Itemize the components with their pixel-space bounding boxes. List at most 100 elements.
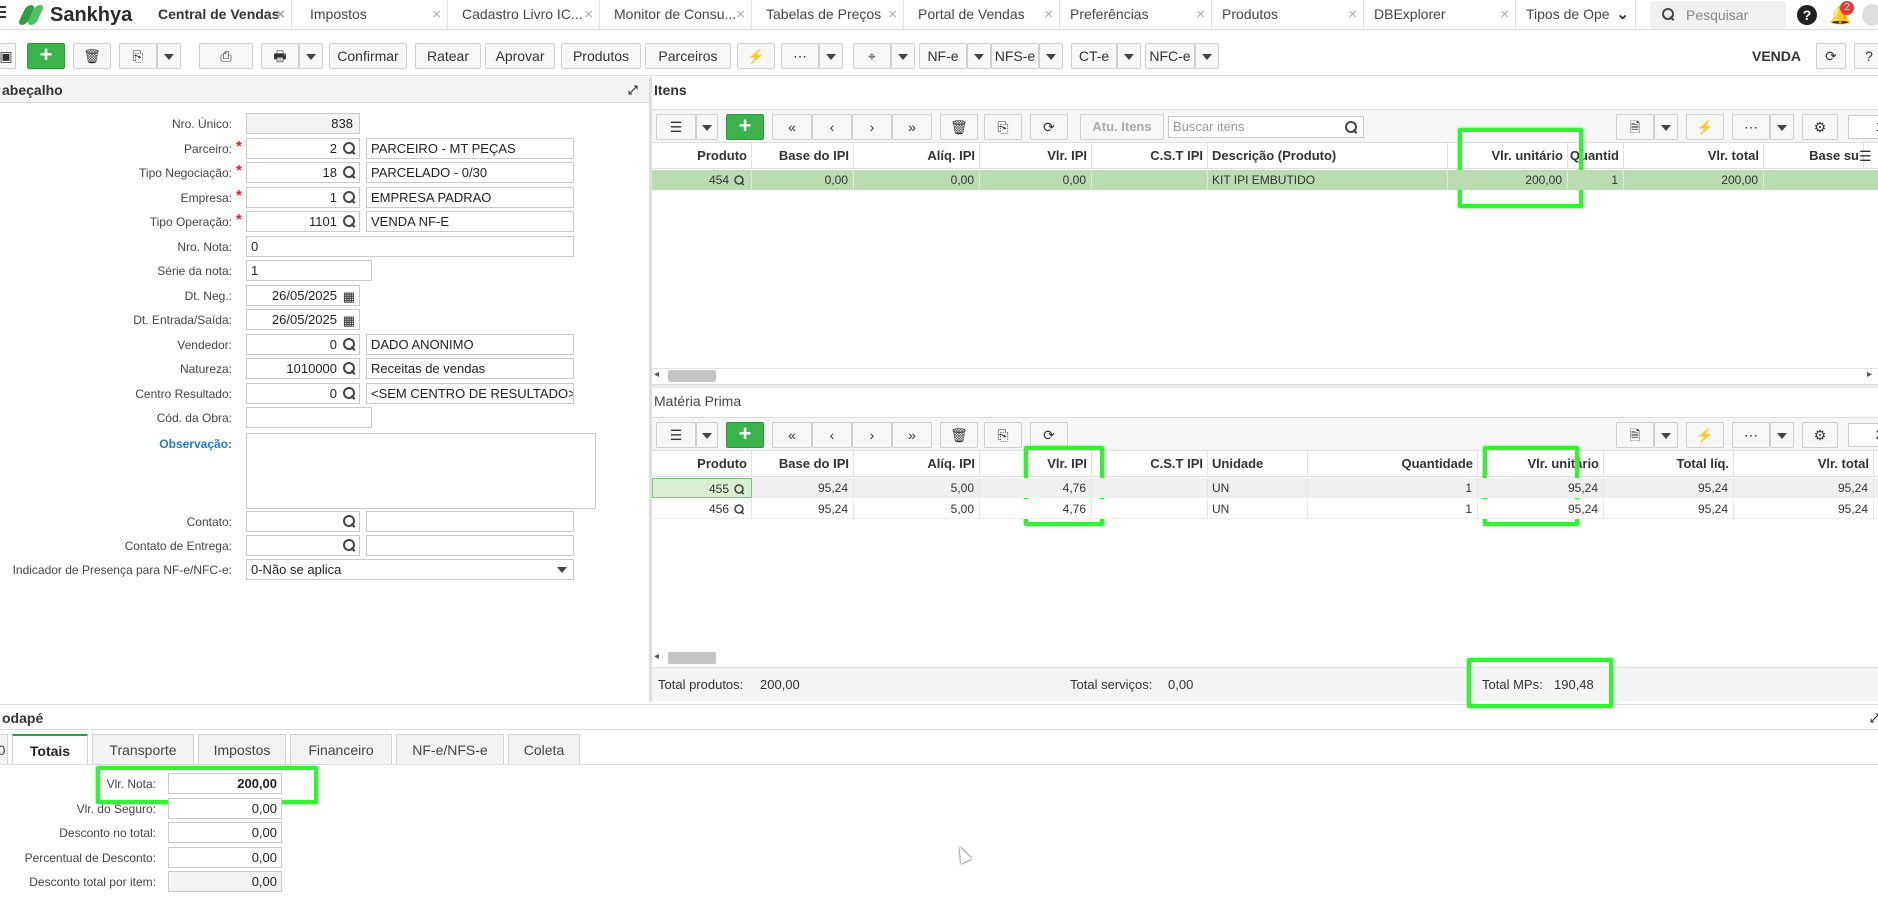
close-icon[interactable]: × xyxy=(584,0,593,29)
close-icon[interactable]: × xyxy=(1348,0,1357,29)
nfe-button[interactable]: NF-e xyxy=(919,43,967,69)
global-search[interactable]: Pesquisar xyxy=(1650,1,1786,29)
tab-preferencias[interactable]: Preferências × xyxy=(1060,0,1212,29)
avatar[interactable] xyxy=(1862,4,1878,26)
search-icon[interactable] xyxy=(734,504,744,514)
mp-hscroll[interactable]: ◂ xyxy=(652,651,1878,665)
field-input[interactable]: 838 xyxy=(246,113,360,134)
column-header[interactable]: Base su xyxy=(1764,143,1864,169)
add-button[interactable]: + xyxy=(27,43,65,69)
search-icon[interactable] xyxy=(343,215,355,227)
sankhya-logo[interactable]: Sankhya xyxy=(17,3,132,27)
column-header[interactable]: Unidade xyxy=(1208,451,1308,477)
close-icon[interactable]: × xyxy=(1500,0,1509,29)
column-header[interactable]: Base do IPI xyxy=(752,143,854,169)
field-input[interactable]: 0 xyxy=(246,334,360,355)
total-field-input[interactable]: 0,00 xyxy=(168,797,282,819)
tab-totais[interactable]: Totais xyxy=(12,734,88,764)
list-view-dropdown[interactable] xyxy=(696,422,718,448)
delete-mp-button[interactable]: 🗑 xyxy=(940,422,978,448)
tab-impostos[interactable]: Impostos × xyxy=(300,0,448,29)
search-icon[interactable] xyxy=(343,191,355,203)
copy-item-button[interactable]: ⎘ xyxy=(984,114,1022,140)
help-icon[interactable]: ? xyxy=(1797,5,1817,25)
close-icon[interactable]: × xyxy=(432,0,441,29)
next-button[interactable]: › xyxy=(852,114,892,140)
nfse-dropdown[interactable] xyxy=(1039,43,1063,69)
scroll-thumb[interactable] xyxy=(668,652,716,664)
refresh-mp-button[interactable]: ⟳ xyxy=(1030,422,1068,448)
items-page-input[interactable]: 1 xyxy=(1848,115,1878,139)
scroll-left-icon[interactable]: ◂ xyxy=(654,369,659,380)
tab-monitor-consumo[interactable]: Monitor de Consu... × xyxy=(604,0,752,29)
cte-button[interactable]: CT-e xyxy=(1071,43,1117,69)
mp-actions-button[interactable]: ⚡ xyxy=(1686,422,1724,448)
field-input[interactable] xyxy=(246,511,360,532)
calendar-icon[interactable]: ▦ xyxy=(343,311,355,329)
atu-itens-button[interactable]: Atu. Itens xyxy=(1080,114,1164,140)
column-header[interactable]: Produto xyxy=(652,451,752,477)
total-field-input[interactable]: 200,00 xyxy=(168,773,282,794)
column-header[interactable]: C.S.T IPI xyxy=(1092,143,1208,169)
export-dropdown[interactable] xyxy=(1654,114,1678,140)
list-view-button[interactable]: ☰ xyxy=(656,114,696,140)
refresh-mode-button[interactable]: ⟳ xyxy=(1816,43,1846,69)
map-dropdown[interactable] xyxy=(891,43,915,69)
tab-nf-e-nfs-e[interactable]: NF-e/NFS-e xyxy=(396,734,504,764)
search-icon[interactable] xyxy=(343,539,355,551)
nfce-button[interactable]: NFC-e xyxy=(1145,43,1195,69)
next-button[interactable]: › xyxy=(852,422,892,448)
column-header[interactable]: Vlr. total xyxy=(1624,143,1764,169)
field-input[interactable]: 26/05/2025 ▦ xyxy=(246,309,360,330)
close-icon[interactable]: × xyxy=(888,0,897,29)
duplicate-button[interactable]: ⎘ xyxy=(119,43,157,69)
observacao-textarea[interactable] xyxy=(246,433,596,509)
more-dropdown[interactable] xyxy=(819,43,843,69)
delete-button[interactable]: 🗑 xyxy=(73,43,111,69)
close-icon[interactable]: × xyxy=(276,0,285,29)
close-icon[interactable]: × xyxy=(1196,0,1205,29)
table-row[interactable]: 456 95,24 5,00 4,76 UN 1 95,24 95,24 95,24 xyxy=(652,499,1878,519)
item-more-button[interactable]: ⋯ xyxy=(1732,114,1770,140)
prev-button[interactable]: ‹ xyxy=(812,422,852,448)
produtos-button[interactable]: Produtos xyxy=(561,43,641,69)
tab-tipos-operacao[interactable]: Tipos de Ope ⌄ xyxy=(1516,0,1636,29)
list-view-button[interactable]: ☰ xyxy=(656,422,696,448)
column-header[interactable]: C.S.T IPI xyxy=(1092,451,1208,477)
attach-button[interactable]: ⎙ xyxy=(199,43,253,69)
scroll-thumb[interactable] xyxy=(668,370,716,382)
column-header[interactable]: Total líq. xyxy=(1604,451,1734,477)
search-icon[interactable] xyxy=(343,362,355,374)
add-mp-button[interactable]: + xyxy=(726,422,764,448)
tab-coleta[interactable]: Coleta xyxy=(508,734,580,764)
column-menu-icon[interactable]: ☰ xyxy=(1859,148,1872,165)
mp-settings-button[interactable]: ⚙ xyxy=(1802,422,1838,448)
tab-impostos[interactable]: Impostos xyxy=(198,734,286,764)
total-field-input[interactable]: 0,00 xyxy=(168,822,282,843)
field-input[interactable] xyxy=(246,535,360,556)
add-item-button[interactable]: + xyxy=(726,114,764,140)
item-settings-button[interactable]: ⚙ xyxy=(1802,114,1838,140)
field-input[interactable]: 2 xyxy=(246,138,360,159)
aprovar-button[interactable]: Aprovar xyxy=(485,43,555,69)
tab-cadastro-livro[interactable]: Cadastro Livro IC... × xyxy=(452,0,600,29)
tab-partial[interactable]: 0 xyxy=(0,734,8,764)
mp-more-button[interactable]: ⋯ xyxy=(1732,422,1770,448)
field-input[interactable]: 1101 xyxy=(246,211,360,232)
column-header[interactable]: Produto xyxy=(652,143,752,169)
close-icon[interactable]: × xyxy=(1044,0,1053,29)
tab-tabelas-precos[interactable]: Tabelas de Preços × xyxy=(756,0,904,29)
column-header[interactable]: Quantidade xyxy=(1308,451,1478,477)
actions-button[interactable]: ⚡ xyxy=(737,43,775,69)
expand-icon[interactable]: ⤢ xyxy=(1870,705,1878,731)
new-document-button[interactable]: ▣ xyxy=(0,43,16,69)
column-header[interactable]: Descrição (Produto) xyxy=(1208,143,1448,169)
field-input[interactable]: 26/05/2025 ▦ xyxy=(246,285,360,306)
field-input[interactable]: 1 xyxy=(246,187,360,208)
item-more-dropdown[interactable] xyxy=(1770,114,1794,140)
tab-portal-vendas[interactable]: Portal de Vendas × xyxy=(908,0,1060,29)
table-row[interactable]: 454 0,00 0,00 0,00 KIT IPI EMBUTIDO 200,00 1 20… xyxy=(652,170,1878,190)
menu-icon[interactable] xyxy=(0,6,10,18)
table-row[interactable]: 455 95,24 5,00 4,76 UN 1 95,24 95,24 95,24 xyxy=(652,478,1878,498)
presenca-select[interactable]: 0-Não se aplica xyxy=(246,559,574,580)
